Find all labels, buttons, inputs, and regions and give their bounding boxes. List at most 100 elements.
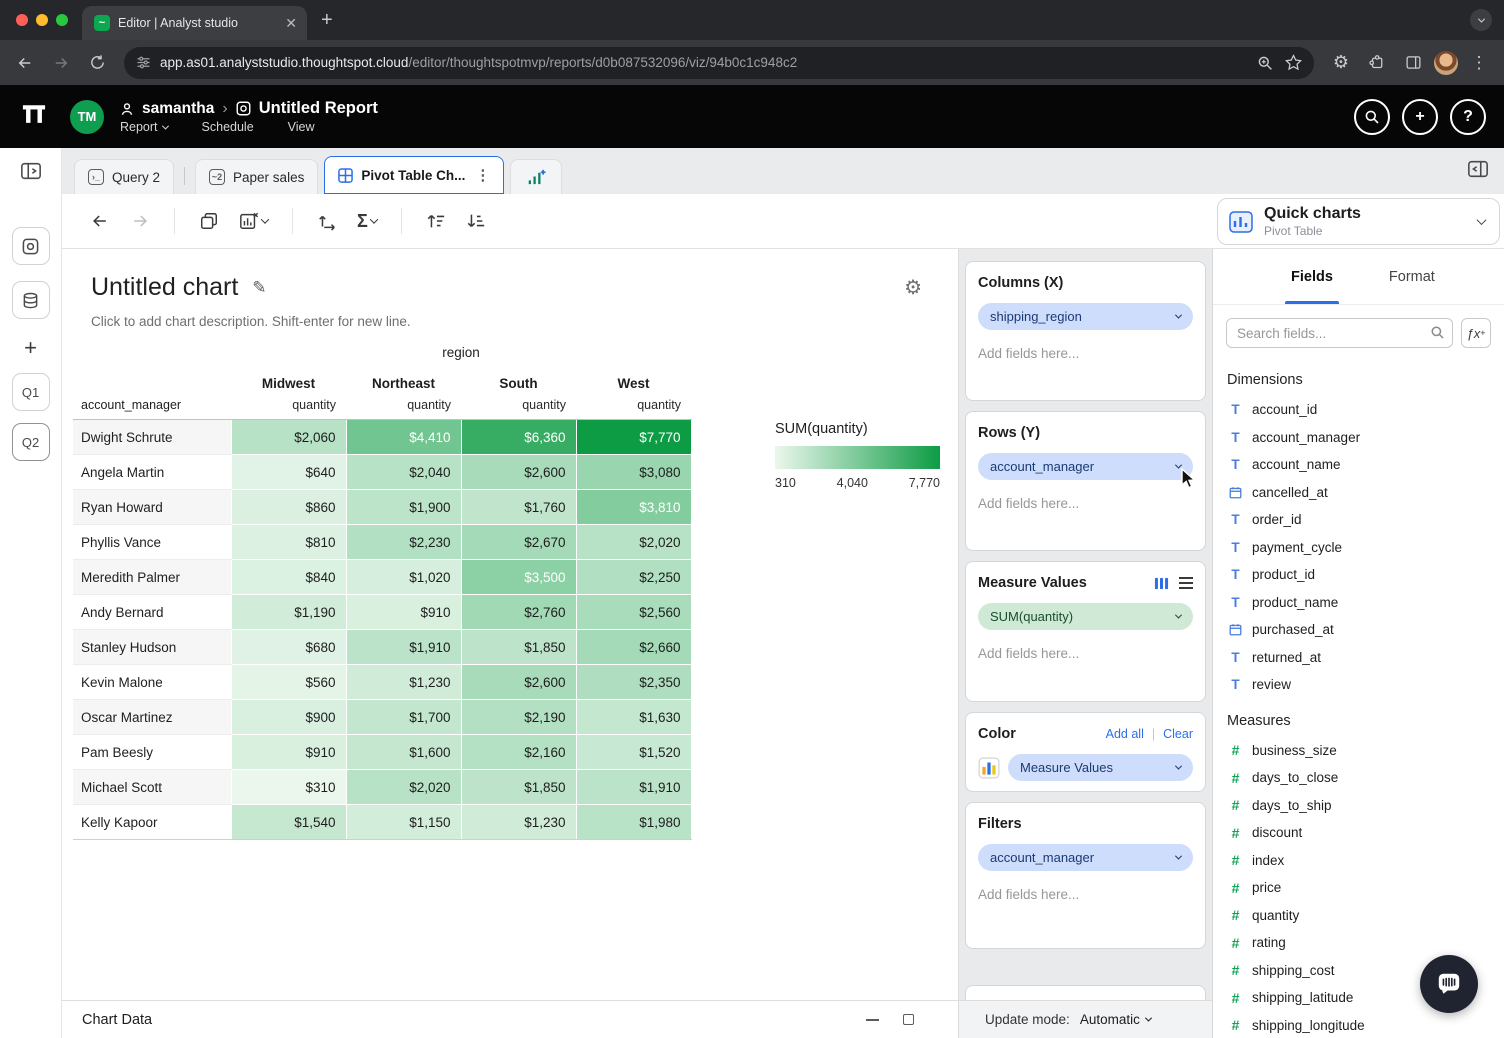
pivot-cell[interactable]: $1,850 (461, 630, 576, 665)
add-chart-tab-button[interactable] (510, 159, 562, 194)
help-button[interactable]: ? (1450, 99, 1486, 135)
pivot-cell[interactable]: $640 (231, 455, 346, 490)
search-fields-input[interactable] (1226, 318, 1453, 348)
pivot-cell[interactable]: $2,020 (576, 525, 691, 560)
field-item-measure[interactable]: #days_to_ship (1213, 792, 1504, 820)
field-item-dimension[interactable]: Torder_id (1213, 506, 1504, 534)
pivot-row-label[interactable]: Pam Beesly (73, 735, 231, 770)
tab-pivot-table-chart[interactable]: Pivot Table Ch... ⋮ (324, 156, 504, 194)
field-item-dimension[interactable]: Tproduct_id (1213, 561, 1504, 589)
measure-add-fields-placeholder[interactable]: Add fields here... (978, 646, 1193, 661)
tab-paper-sales[interactable]: ~2 Paper sales (195, 159, 318, 194)
pivot-column-header[interactable]: Northeast (346, 370, 461, 395)
pivot-cell[interactable]: $1,150 (346, 805, 461, 840)
chart-description-placeholder[interactable]: Click to add chart description. Shift-en… (91, 314, 958, 329)
pivot-cell[interactable]: $2,250 (576, 560, 691, 595)
rows-layout-icon[interactable] (1179, 577, 1193, 589)
view-menu[interactable]: View (288, 120, 315, 134)
datasets-nav-button[interactable] (12, 281, 50, 319)
pivot-cell[interactable]: $1,520 (576, 735, 691, 770)
back-icon[interactable] (10, 48, 40, 78)
tab-search-button[interactable] (1470, 9, 1492, 31)
sort-ascending-icon[interactable] (426, 211, 446, 231)
pivot-column-header[interactable]: Midwest (231, 370, 346, 395)
field-item-measure[interactable]: #index (1213, 847, 1504, 875)
browser-profile-avatar[interactable] (1434, 51, 1458, 75)
report-menu[interactable]: Report (120, 120, 168, 134)
field-item-dimension[interactable]: Tpayment_cycle (1213, 534, 1504, 562)
pivot-cell[interactable]: $2,600 (461, 455, 576, 490)
pivot-cell[interactable]: $3,080 (576, 455, 691, 490)
tab-query-2[interactable]: ›_ Query 2 (74, 159, 174, 194)
columns-add-fields-placeholder[interactable]: Add fields here... (978, 346, 1193, 361)
chart-data-bar[interactable]: Chart Data (62, 1000, 958, 1038)
collapse-right-panel-icon[interactable] (1466, 158, 1490, 185)
minimize-window-button[interactable] (36, 14, 48, 26)
pivot-cell[interactable]: $2,350 (576, 665, 691, 700)
pivot-cell[interactable]: $2,670 (461, 525, 576, 560)
pivot-cell[interactable]: $1,020 (346, 560, 461, 595)
field-item-dimension[interactable]: Taccount_manager (1213, 424, 1504, 452)
filter-account-manager-pill[interactable]: account_manager (978, 844, 1193, 871)
pivot-cell[interactable]: $1,900 (346, 490, 461, 525)
query1-nav-button[interactable]: Q1 (12, 373, 50, 411)
report-title[interactable]: Untitled Report (259, 99, 378, 118)
quick-charts-selector[interactable]: Quick charts Pivot Table (1217, 198, 1500, 245)
pivot-cell[interactable]: $2,190 (461, 700, 576, 735)
tab-format[interactable]: Format (1389, 249, 1435, 304)
color-palette-icon[interactable] (978, 757, 1000, 779)
collapse-left-panel-icon[interactable] (19, 160, 43, 187)
pivot-row-label[interactable]: Ryan Howard (73, 490, 231, 525)
minimize-panel-icon[interactable] (866, 1019, 879, 1021)
pivot-cell[interactable]: $1,700 (346, 700, 461, 735)
pivot-cell[interactable]: $1,230 (346, 665, 461, 700)
pivot-row-label[interactable]: Dwight Schrute (73, 420, 231, 455)
aggregate-dropdown[interactable]: Σ (357, 211, 377, 232)
field-item-measure[interactable]: #discount (1213, 819, 1504, 847)
workspace-avatar[interactable]: TM (70, 100, 104, 134)
pivot-cell[interactable]: $2,040 (346, 455, 461, 490)
new-tab-button[interactable]: + (321, 9, 333, 32)
search-button[interactable] (1354, 99, 1390, 135)
pivot-cell[interactable]: $1,600 (346, 735, 461, 770)
bookmark-star-icon[interactable] (1285, 54, 1302, 71)
pivot-row-label[interactable]: Stanley Hudson (73, 630, 231, 665)
field-item-dimension[interactable]: Treturned_at (1213, 644, 1504, 672)
edit-title-pencil-icon[interactable]: ✎ (252, 278, 266, 298)
pivot-row-label[interactable]: Kelly Kapoor (73, 805, 231, 840)
field-item-measure[interactable]: #price (1213, 874, 1504, 902)
query2-nav-button[interactable]: Q2 (12, 423, 50, 461)
pivot-cell[interactable]: $1,230 (461, 805, 576, 840)
side-panel-icon[interactable] (1398, 48, 1428, 78)
breadcrumb-user[interactable]: samantha (142, 100, 214, 118)
pivot-cell[interactable]: $7,770 (576, 420, 691, 455)
rows-add-fields-placeholder[interactable]: Add fields here... (978, 496, 1193, 511)
forward-icon[interactable] (46, 48, 76, 78)
color-measure-values-dropdown[interactable]: Measure Values (1008, 754, 1193, 781)
close-window-button[interactable] (16, 14, 28, 26)
pivot-cell[interactable]: $2,230 (346, 525, 461, 560)
pivot-row-label[interactable]: Michael Scott (73, 770, 231, 805)
swap-axes-icon[interactable] (317, 211, 337, 231)
pivot-column-header[interactable]: West (576, 370, 691, 395)
pivot-cell[interactable]: $900 (231, 700, 346, 735)
extensions-puzzle-icon[interactable] (1362, 48, 1392, 78)
pivot-cell[interactable]: $910 (231, 735, 346, 770)
pivot-cell[interactable]: $2,020 (346, 770, 461, 805)
remove-chart-dropdown[interactable] (239, 211, 268, 231)
pivot-cell[interactable]: $1,910 (576, 770, 691, 805)
pivot-cell[interactable]: $3,810 (576, 490, 691, 525)
sort-descending-icon[interactable] (466, 211, 486, 231)
field-item-dimension[interactable]: purchased_at (1213, 616, 1504, 644)
sum-quantity-pill[interactable]: SUM(quantity) (978, 603, 1193, 630)
site-settings-icon[interactable] (136, 55, 151, 70)
browser-tab[interactable]: ~ Editor | Analyst studio ✕ (82, 6, 307, 40)
update-mode-dropdown[interactable]: Automatic (1080, 1012, 1151, 1027)
account-manager-pill[interactable]: account_manager (978, 453, 1193, 480)
filters-add-fields-placeholder[interactable]: Add fields here... (978, 887, 1193, 902)
pivot-row-label[interactable]: Kevin Malone (73, 665, 231, 700)
field-item-dimension[interactable]: Treview (1213, 671, 1504, 699)
url-text[interactable]: app.as01.analyststudio.thoughtspot.cloud… (160, 55, 1248, 70)
reload-icon[interactable] (82, 48, 112, 78)
pivot-row-label[interactable]: Phyllis Vance (73, 525, 231, 560)
